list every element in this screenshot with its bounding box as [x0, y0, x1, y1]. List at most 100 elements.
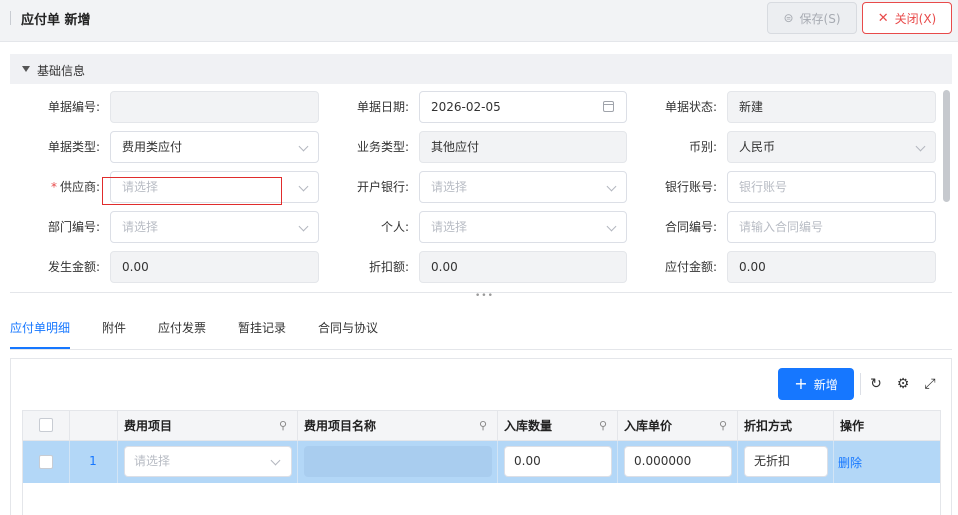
bank-account-placeholder: 银行账号 — [739, 180, 788, 194]
fee-item-select[interactable]: 请选择 — [124, 446, 292, 477]
discount-field: 0.00 — [419, 251, 627, 283]
row-select-cell — [23, 441, 70, 483]
basic-info-header[interactable]: 基础信息 — [10, 54, 952, 84]
select-all-checkbox[interactable] — [39, 418, 53, 432]
close-button[interactable]: ✕ 关闭(X) — [862, 2, 952, 34]
biz-type-label: 业务类型: — [356, 140, 409, 154]
refresh-icon[interactable]: ↻ — [868, 376, 884, 392]
col-fee-item-name-label: 费用项目名称 — [304, 419, 377, 433]
doc-no-label: 单据编号: — [47, 100, 100, 114]
table-header: 费用项目 ⚲ 费用项目名称 ⚲ 入库数量 ⚲ 入库单价 ⚲ 折扣方式 操作 — [23, 411, 940, 441]
doc-type-select[interactable]: 费用类应付 — [110, 131, 319, 163]
table-row[interactable]: 1 请选择 0.00 0.000000 无折扣 删除 — [23, 441, 940, 483]
section-title: 基础信息 — [37, 64, 86, 78]
dept-label: 部门编号: — [47, 220, 100, 234]
amount-label: 发生金额: — [47, 260, 100, 274]
bank-account-label: 银行账号: — [664, 180, 717, 194]
contract-label: 合同编号: — [664, 220, 717, 234]
dept-select[interactable]: 请选择 — [110, 211, 319, 243]
currency-label: 币别: — [688, 140, 717, 154]
supplier-label: * 供应商: — [0, 179, 100, 195]
doc-no-field — [110, 91, 319, 123]
person-placeholder: 请选择 — [431, 220, 468, 234]
detail-tabs: 应付单明细 附件 应付发票 暂挂记录 合同与协议 — [10, 318, 952, 350]
bank-account-input[interactable]: 银行账号 — [727, 171, 936, 203]
col-fee-item-label: 费用项目 — [124, 419, 173, 433]
col-price[interactable]: 入库单价 ⚲ — [618, 411, 738, 441]
chevron-down-icon — [915, 141, 926, 152]
contract-placeholder: 请输入合同编号 — [739, 220, 824, 234]
payable-label: 应付金额: — [664, 260, 717, 274]
page-title: 应付单 新增 — [21, 13, 91, 28]
col-price-label: 入库单价 — [624, 419, 673, 433]
doc-date-label: 单据日期: — [356, 100, 409, 114]
detail-table: 费用项目 ⚲ 费用项目名称 ⚲ 入库数量 ⚲ 入库单价 ⚲ 折扣方式 操作 1 — [22, 410, 941, 515]
pin-icon[interactable]: ⚲ — [599, 420, 611, 432]
payable-field: 0.00 — [727, 251, 936, 283]
tab-contracts[interactable]: 合同与协议 — [318, 318, 378, 349]
doc-status-field: 新建 — [727, 91, 936, 123]
row-index-cell: 1 — [70, 441, 118, 483]
pin-icon[interactable]: ⚲ — [479, 420, 491, 432]
col-discount-mode[interactable]: 折扣方式 — [738, 411, 834, 441]
col-fee-item[interactable]: 费用项目 ⚲ — [118, 411, 298, 441]
currency-select[interactable]: 人民币 — [727, 131, 936, 163]
bank-placeholder: 请选择 — [431, 180, 468, 194]
fee-item-name-field — [304, 446, 492, 477]
tab-attachments[interactable]: 附件 — [102, 318, 126, 349]
plus-icon: + — [794, 374, 808, 393]
fee-item-name-cell — [298, 441, 498, 483]
add-row-label: 新增 — [813, 377, 838, 392]
bank-select[interactable]: 请选择 — [419, 171, 627, 203]
delete-row-link[interactable]: 删除 — [838, 454, 862, 471]
chevron-down-icon — [606, 181, 617, 192]
gear-icon[interactable]: ⚙ — [895, 376, 911, 392]
save-icon: ⊜ — [783, 11, 794, 25]
col-actions: 操作 — [834, 411, 940, 441]
tab-suspended-records[interactable]: 暂挂记录 — [238, 318, 286, 349]
actions-cell: 删除 — [834, 441, 940, 483]
fullscreen-icon[interactable]: ⤢ — [922, 376, 938, 392]
form-scrollbar[interactable] — [943, 90, 950, 202]
col-actions-label: 操作 — [840, 419, 865, 433]
tab-payable-invoices[interactable]: 应付发票 — [158, 318, 206, 349]
col-qty[interactable]: 入库数量 ⚲ — [498, 411, 618, 441]
discount-mode-select[interactable]: 无折扣 — [744, 446, 828, 477]
header-index-cell — [70, 411, 118, 441]
doc-type-value: 费用类应付 — [122, 140, 183, 154]
chevron-down-icon — [606, 221, 617, 232]
currency-value: 人民币 — [739, 140, 776, 154]
qty-input[interactable]: 0.00 — [504, 446, 612, 477]
close-button-label: 关闭(X) — [894, 11, 937, 26]
collapse-caret-icon[interactable] — [22, 66, 30, 72]
add-row-button[interactable]: + 新增 — [778, 368, 854, 400]
doc-date-field[interactable]: 2026-02-05 — [419, 91, 627, 123]
bank-label: 开户银行: — [356, 180, 409, 194]
discount-label: 折扣额: — [368, 260, 409, 274]
header-select-cell — [23, 411, 70, 441]
calendar-icon[interactable] — [603, 101, 614, 112]
drag-handle-icon[interactable]: ••• — [475, 292, 494, 301]
pin-icon[interactable]: ⚲ — [719, 420, 731, 432]
col-fee-item-name[interactable]: 费用项目名称 ⚲ — [298, 411, 498, 441]
qty-cell: 0.00 — [498, 441, 618, 483]
pin-icon[interactable]: ⚲ — [279, 420, 291, 432]
save-button[interactable]: ⊜ 保存(S) — [767, 2, 857, 34]
chevron-down-icon — [298, 181, 309, 192]
price-input[interactable]: 0.000000 — [624, 446, 732, 477]
tab-payable-detail[interactable]: 应付单明细 — [10, 318, 71, 349]
close-icon: ✕ — [877, 10, 889, 26]
row-checkbox[interactable] — [39, 455, 53, 469]
price-cell: 0.000000 — [618, 441, 738, 483]
amount-field: 0.00 — [110, 251, 319, 283]
doc-status-label: 单据状态: — [664, 100, 717, 114]
contract-input[interactable]: 请输入合同编号 — [727, 211, 936, 243]
person-label: 个人: — [380, 220, 409, 234]
col-qty-label: 入库数量 — [504, 419, 553, 433]
doc-date-value: 2026-02-05 — [431, 100, 501, 114]
supplier-label-text: 供应商: — [59, 180, 100, 194]
title-divider — [10, 11, 11, 25]
fee-item-cell: 请选择 — [118, 441, 298, 483]
doc-type-label: 单据类型: — [47, 140, 100, 154]
person-select[interactable]: 请选择 — [419, 211, 627, 243]
